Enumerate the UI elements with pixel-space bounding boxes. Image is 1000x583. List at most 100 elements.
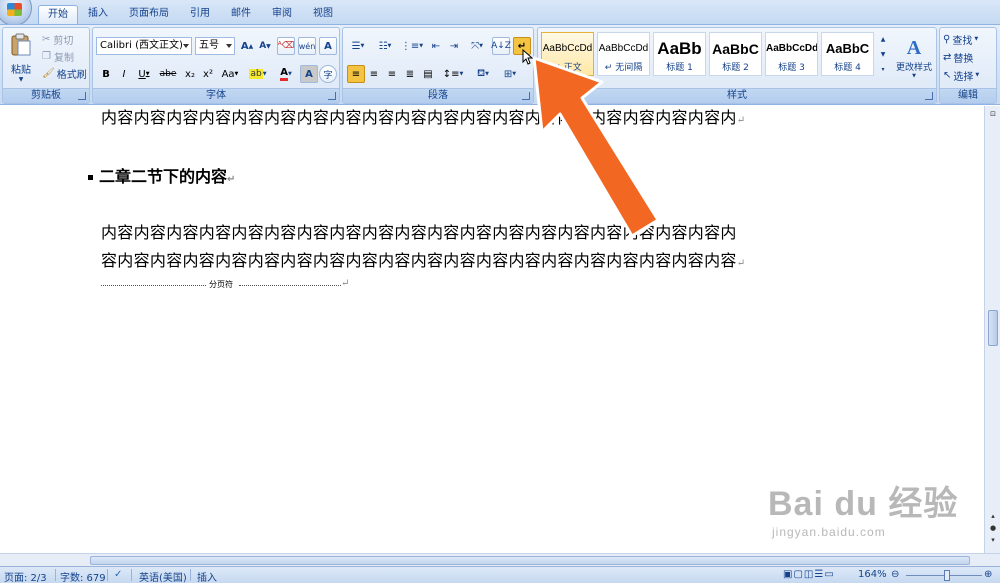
- underline-button[interactable]: U ▼: [133, 65, 155, 83]
- clipboard-dialog-launcher[interactable]: [78, 92, 86, 100]
- decrease-indent-button[interactable]: ⇤: [427, 37, 445, 55]
- distributed-button[interactable]: ▤: [419, 65, 437, 83]
- tab-home[interactable]: 开始: [38, 5, 78, 24]
- vertical-scrollbar[interactable]: ⊡ ▴ ● ▾: [984, 106, 1000, 553]
- full-screen-view-icon[interactable]: ▢: [793, 569, 803, 580]
- paste-button[interactable]: 粘贴 ▼: [6, 30, 36, 86]
- zoom-out-icon[interactable]: ⊖: [891, 569, 899, 580]
- page-break-dash-right: [239, 285, 341, 286]
- styles-scroll-down-button[interactable]: ▼: [877, 47, 889, 61]
- format-painter-button[interactable]: 🖌 格式刷: [41, 64, 91, 82]
- styles-dialog-launcher[interactable]: [925, 92, 933, 100]
- font-dialog-launcher[interactable]: [328, 92, 336, 100]
- zoom-in-icon[interactable]: ⊕: [984, 569, 992, 580]
- status-divider: [190, 569, 191, 581]
- shrink-font-button[interactable]: A ▼: [256, 37, 274, 55]
- tab-references[interactable]: 引用: [181, 5, 219, 24]
- outline-view-icon[interactable]: ☰: [814, 569, 824, 580]
- style-heading-2[interactable]: AaBbC 标题 2: [709, 32, 762, 76]
- font-name-combo[interactable]: Calibri (西文正文): [96, 37, 192, 55]
- grow-font-button[interactable]: A ▲: [238, 37, 256, 55]
- bold-button[interactable]: B: [97, 65, 115, 83]
- tab-page-layout[interactable]: 页面布局: [120, 5, 178, 24]
- subscript-button[interactable]: x₂: [181, 65, 199, 83]
- paragraph-mark-icon: ↵: [341, 278, 350, 289]
- superscript-button[interactable]: x²: [199, 65, 217, 83]
- mouse-cursor-icon: [522, 49, 534, 65]
- tab-insert[interactable]: 插入: [79, 5, 117, 24]
- replace-icon: ⇄: [943, 51, 952, 63]
- select-button[interactable]: ↖ 选择 ▼: [942, 66, 996, 84]
- distributed-icon: ▤: [423, 68, 433, 80]
- highlight-button[interactable]: ab ▼: [245, 65, 271, 83]
- ruler-toggle-icon[interactable]: ⊡: [989, 110, 997, 118]
- editing-group-label: 编辑: [940, 88, 996, 103]
- chinese-layout-icon: ⤧: [471, 40, 480, 52]
- tab-view[interactable]: 视图: [304, 5, 342, 24]
- character-border-button[interactable]: A: [319, 37, 337, 55]
- clipboard-group: 粘贴 ▼ ✂ 剪切 ❐ 复制 🖌 格式刷 剪贴板: [2, 27, 90, 104]
- styles-more-button[interactable]: ▾: [877, 62, 889, 76]
- zoom-slider-thumb[interactable]: [944, 570, 950, 581]
- sort-button[interactable]: A↓Z: [491, 37, 511, 55]
- next-page-icon[interactable]: ▾: [989, 536, 997, 544]
- style-heading-3[interactable]: AaBbCcDd 标题 3: [765, 32, 818, 76]
- insert-mode-indicator[interactable]: 插入: [197, 569, 217, 583]
- view-buttons[interactable]: ▣▢◫☰▭: [783, 569, 835, 580]
- align-right-button[interactable]: ≡: [383, 65, 401, 83]
- style-heading-1[interactable]: AaBb 标题 1: [653, 32, 706, 76]
- word-count[interactable]: 字数: 679: [60, 569, 106, 583]
- previous-page-icon[interactable]: ▴: [989, 512, 997, 520]
- find-button[interactable]: ⚲ 查找 ▼: [942, 30, 996, 48]
- bullets-button[interactable]: ☰ ▼: [345, 37, 371, 55]
- line-spacing-button[interactable]: ↕≡ ▼: [440, 65, 466, 83]
- shading-button[interactable]: ⛾ ▼: [470, 65, 496, 83]
- office-button[interactable]: [0, 0, 32, 26]
- browse-object-icon[interactable]: ●: [989, 524, 997, 532]
- replace-button[interactable]: ⇄ 替换: [942, 48, 996, 66]
- cut-button[interactable]: ✂ 剪切: [41, 30, 89, 48]
- enclose-characters-button[interactable]: 字: [319, 65, 337, 83]
- style-no-spacing[interactable]: AaBbCcDd ↵ 无间隔: [597, 32, 650, 76]
- change-styles-button[interactable]: A 更改样式 ▼: [892, 30, 936, 86]
- style-heading-4[interactable]: AaBbC 标题 4: [821, 32, 874, 76]
- phonetic-guide-button[interactable]: wén: [298, 37, 316, 55]
- strikethrough-label: abe: [159, 69, 177, 79]
- align-center-button[interactable]: ≡: [365, 65, 383, 83]
- web-layout-view-icon[interactable]: ◫: [804, 569, 814, 580]
- borders-button[interactable]: ⊞ ▼: [497, 65, 523, 83]
- copy-button[interactable]: ❐ 复制: [41, 47, 89, 65]
- character-shading-button[interactable]: A: [300, 65, 318, 83]
- page-count[interactable]: 页面: 2/3: [4, 569, 47, 583]
- zoom-level[interactable]: 164%: [858, 569, 887, 580]
- binoculars-icon: ⚲: [943, 33, 951, 45]
- horizontal-scroll-thumb[interactable]: [90, 556, 970, 565]
- proofing-icon[interactable]: ✓: [114, 569, 122, 580]
- strikethrough-button[interactable]: abe: [157, 65, 179, 83]
- grow-font-label: A: [240, 40, 249, 52]
- change-styles-label: 更改样式: [895, 63, 932, 73]
- styles-scroll-up-button[interactable]: ▲: [877, 32, 889, 46]
- font-size-value: 五号: [199, 40, 219, 51]
- increase-indent-button[interactable]: ⇥: [445, 37, 463, 55]
- chinese-layout-button[interactable]: ⤧ ▼: [464, 37, 490, 55]
- tab-mailings[interactable]: 邮件: [222, 5, 260, 24]
- change-case-button[interactable]: Aa ▼: [217, 65, 243, 83]
- paragraph-dialog-launcher[interactable]: [522, 92, 530, 100]
- numbering-button[interactable]: ☷ ▼: [372, 37, 398, 55]
- status-bar: 页面: 2/3 字数: 679 ✓ 英语(美国) 插入 ▣▢◫☰▭ 164% ⊖…: [0, 566, 1000, 583]
- clear-formatting-button[interactable]: ᴬ⌫: [277, 37, 295, 55]
- multilevel-list-button[interactable]: ⋮≡ ▼: [399, 37, 425, 55]
- tab-review[interactable]: 审阅: [263, 5, 301, 24]
- font-size-combo[interactable]: 五号: [195, 37, 235, 55]
- italic-button[interactable]: I: [115, 65, 133, 83]
- justify-button[interactable]: ≣: [401, 65, 419, 83]
- print-layout-view-icon[interactable]: ▣: [783, 569, 793, 580]
- vertical-scroll-thumb[interactable]: [988, 310, 998, 346]
- style-normal[interactable]: AaBbCcDd ↵ 正文: [541, 32, 594, 76]
- horizontal-scrollbar[interactable]: [0, 553, 1000, 566]
- align-left-button[interactable]: ≡: [347, 65, 365, 83]
- draft-view-icon[interactable]: ▭: [824, 569, 834, 580]
- language-indicator[interactable]: 英语(美国): [139, 569, 187, 583]
- font-color-button[interactable]: A ▼: [273, 65, 299, 83]
